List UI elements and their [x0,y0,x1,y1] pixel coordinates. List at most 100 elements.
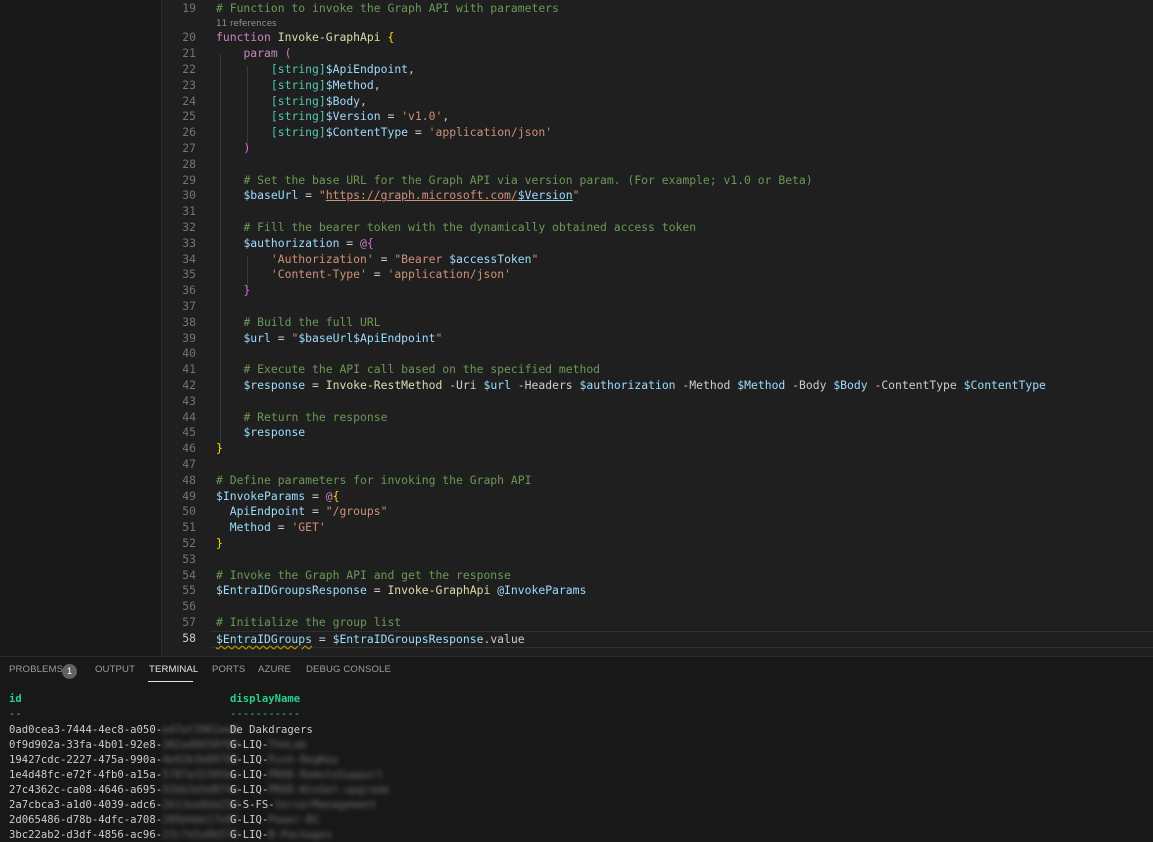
code-token: -Body [792,377,834,392]
code-token: , [360,93,367,108]
code-line[interactable]: [string]$ApiEndpoint, [216,62,415,78]
group-name-prefix: G-LIQ- [230,814,269,827]
line-number: 33 [182,235,196,250]
code-line[interactable]: # Set the base URL for the Graph API via… [216,173,812,189]
code-token: [string] [270,93,326,108]
code-line[interactable]: $authorization = @{ [216,235,373,252]
group-name-prefix: G-LIQ- [230,739,269,752]
code-token: -Method [682,377,738,392]
code-line[interactable]: [string]$Body, [216,94,367,110]
code-token: = [366,583,388,598]
group-id-prefix: 0f9d902a-33fa-4b01-92e8- [9,739,163,752]
code-line[interactable]: # Define parameters for invoking the Gra… [216,473,531,489]
code-line[interactable]: param ( [216,46,291,62]
line-number: 55 [182,583,196,598]
code-line[interactable]: [string]$Version = 'v1.0', [216,109,449,125]
line-number: 34 [182,251,196,266]
line-number: 42 [182,377,196,392]
group-name-prefix: G-LIQ- [230,784,269,797]
code-line[interactable]: # Function to invoke the Graph API with … [216,1,559,17]
code-token: = [305,504,326,519]
bottom-panel: PROBLEMS 1 OUTPUT TERMINAL PORTS AZURE D… [0,656,1153,842]
column-separator-id: -- [9,708,22,720]
line-number: 43 [182,393,196,408]
column-header-displayname: displayName [230,693,301,705]
redacted-id-suffix: 382a46650f09 [162,739,239,752]
code-line[interactable]: $EntraIDGroups = $EntraIDGroupsResponse.… [210,630,1153,649]
tab-problems[interactable]: PROBLEMS [9,664,63,675]
code-token: { [387,30,395,45]
code-line[interactable]: Method = 'GET' [216,520,326,536]
editor-side-pane [0,0,162,656]
code-token: { [332,488,340,503]
code-line[interactable]: } [216,283,250,299]
line-number: 28 [182,156,196,171]
code-token: $ContentType [963,377,1046,392]
tab-azure[interactable]: AZURE [258,664,291,675]
group-id: 19427cdc-2227-475a-990a-4e92b3b89705 [9,754,239,766]
code-line[interactable]: # Execute the API call based on the spec… [216,362,600,378]
code-lens-references[interactable]: 11 references [216,18,277,30]
code-line[interactable]: $InvokeParams = @{ [216,489,339,505]
code-line[interactable]: } [216,536,223,552]
code-token: $ContentType [325,125,409,140]
code-line[interactable]: $response [216,425,305,441]
code-token: $Version [325,109,381,124]
code-line[interactable]: [string]$ContentType = 'application/json… [216,125,552,141]
line-number: 57 [182,614,196,629]
group-id-prefix: 2a7cbca3-a1d0-4039-adc6- [9,799,163,812]
line-number: 24 [182,93,196,108]
code-token: $Body [833,377,875,392]
code-line[interactable]: $EntraIDGroupsResponse = Invoke-GraphApi… [216,583,586,599]
problems-count-badge: 1 [62,664,77,679]
tab-debug-console[interactable]: DEBUG CONSOLE [306,664,391,675]
code-token: = [339,235,361,250]
tab-output[interactable]: OUTPUT [95,664,135,675]
code-token: $Method [737,377,793,392]
code-line[interactable]: ApiEndpoint = "/groups" [216,504,388,520]
code-line[interactable]: $baseUrl = "https://graph.microsoft.com/… [216,188,579,204]
redacted-name-suffix: Power-BI [268,814,320,827]
group-name-prefix: G-LIQ- [230,754,269,767]
table-row: 2a7cbca3-a1d0-4039-adc6-2b13ea8da23d G-S-… [9,799,609,811]
code-token: = [373,251,395,266]
code-line[interactable]: # Build the full URL [216,315,380,331]
code-line[interactable]: # Initialize the group list [216,615,401,631]
code-token: $authorization [243,235,340,250]
code-token: [string] [270,61,326,76]
code-token: 'Content-Type' [270,267,367,282]
code-area[interactable]: # Function to invoke the Graph API with … [210,0,1153,656]
code-token: @InvokeParams [497,583,587,598]
code-token: 'v1.0' [401,109,443,124]
code-line[interactable]: 'Content-Type' = 'application/json' [216,267,511,283]
code-line[interactable]: $url = "$baseUrl$ApiEndpoint" [216,331,442,347]
line-number: 30 [182,188,196,203]
code-token: # Return the response [243,409,388,424]
line-number: 40 [182,346,196,361]
code-line[interactable]: 'Authorization' = "Bearer $accessToken" [216,252,538,268]
redacted-id-suffix: e47ef3961ee8 [162,724,239,736]
editor[interactable]: 19 20 21 22 23 24 25 26 27 28 29 30 31 32 33 34 35 36 37 38… [0,0,1153,656]
panel-tabs: PROBLEMS 1 OUTPUT TERMINAL PORTS AZURE D… [0,657,1153,685]
tab-terminal[interactable]: TERMINAL [149,664,198,675]
code-line[interactable]: function Invoke-GraphApi { [216,30,394,46]
redacted-name-suffix: Push-RegKey [268,754,339,767]
code-line[interactable]: } [216,441,223,457]
code-line[interactable]: # Fill the bearer token with the dynamic… [216,220,696,236]
code-line[interactable]: ) [216,141,250,157]
code-line[interactable]: # Return the response [216,410,387,426]
code-line[interactable]: $response = Invoke-RestMethod -Uri $url … [216,377,1046,394]
code-token: # Initialize the group list [216,614,402,629]
code-line[interactable]: # Invoke the Graph API and get the respo… [216,568,511,584]
code-line[interactable]: [string]$Method, [216,78,381,94]
tab-ports[interactable]: PORTS [212,664,245,675]
